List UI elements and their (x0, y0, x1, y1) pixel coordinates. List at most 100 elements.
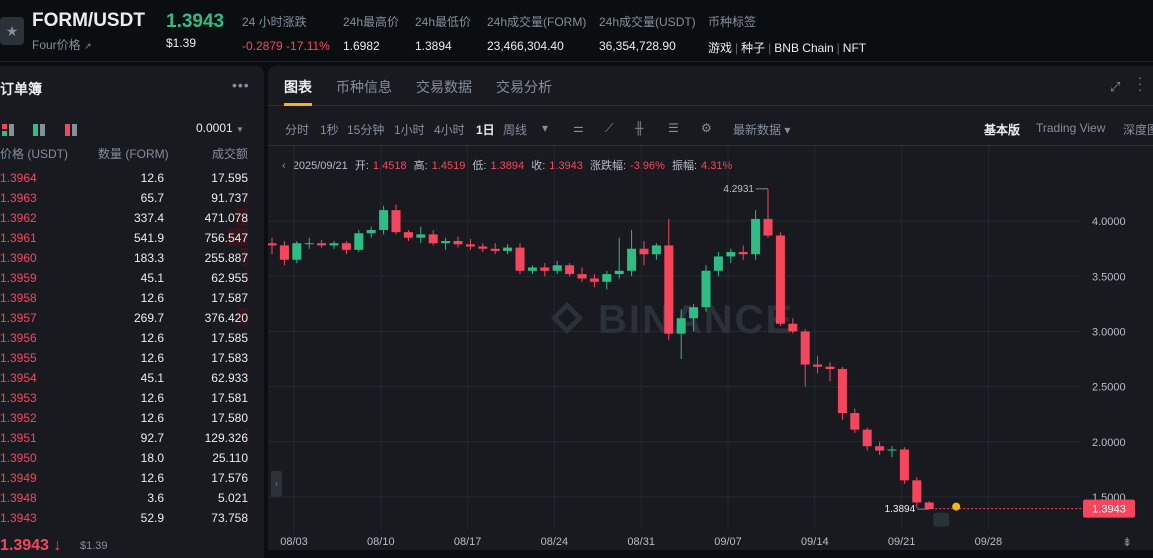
pair-title[interactable]: FORM/USDT (32, 10, 145, 32)
x-tick-label: 09/14 (801, 536, 829, 548)
event-dot-icon (952, 502, 961, 511)
interval-dropdown-icon[interactable]: ▾ (542, 121, 548, 135)
interval-1w[interactable]: 周线 (503, 121, 527, 138)
precision-select[interactable]: 0.0001 ▼ (196, 121, 244, 135)
chevron-down-icon: ▾ (784, 123, 791, 137)
orderbook-qty: 12.6 (140, 291, 164, 305)
pair-sub-label: Four价格 (32, 38, 81, 52)
orderbook-row[interactable]: 1.3956 12.6 17.585 (0, 327, 264, 347)
tag-link[interactable]: 游戏 (708, 41, 732, 55)
app: ★ FORM/USDT Four价格 ↗ 1.3943 $1.39 24 小时涨… (0, 0, 1153, 558)
candle-body (329, 243, 339, 246)
asks-view-icon[interactable] (64, 124, 77, 136)
orderbook-row[interactable]: 1.3948 3.6 5.021 (0, 487, 264, 507)
candle-body (366, 229, 376, 234)
orderbook-last-usd: $1.39 (80, 540, 108, 552)
max-price-label: 4.2931 (723, 184, 754, 195)
orderbook-total: 91.737 (211, 191, 248, 205)
indicators-icon[interactable]: ⚌ (573, 121, 584, 135)
candle-body (403, 232, 413, 238)
candlestick-chart[interactable]: 4.00003.50003.00002.50002.00001.500008/0… (268, 146, 1153, 550)
drawing-tools-icon[interactable]: ⟋ (605, 121, 613, 136)
stat-24h-high: 24h最高价 1.6982 (343, 13, 399, 53)
chart-type-icon[interactable]: ╫ (635, 121, 644, 135)
orderbook-row[interactable]: 1.3959 45.1 62.955 (0, 267, 264, 287)
orderbook-row[interactable]: 1.3954 45.1 62.933 (0, 367, 264, 387)
scroll-left-button[interactable]: › (271, 471, 282, 497)
orderbook-total: 129.326 (204, 431, 248, 445)
orderbook-price: 1.3962 (0, 211, 37, 225)
x-tick-label: 09/07 (714, 536, 742, 548)
candle-body (924, 502, 934, 510)
tab-trading-analysis[interactable]: 交易分析 (496, 77, 552, 97)
orderbook-price: 1.3943 (0, 511, 37, 525)
tab-coin-info[interactable]: 币种信息 (336, 77, 392, 97)
interval-1h[interactable]: 1小时 (394, 121, 425, 138)
orderbook-row[interactable]: 1.3961 541.9 756.547 (0, 227, 264, 247)
stat-value: 1.3894 (415, 39, 452, 53)
orderbook-row[interactable]: 1.3958 12.6 17.587 (0, 287, 264, 307)
y-tick-label: 2.0000 (1092, 437, 1126, 449)
bids-view-icon[interactable] (33, 124, 46, 136)
stat-tags: 币种标签 游戏 | 种子 | BNB Chain | NFT (708, 13, 866, 56)
candle-body (478, 246, 488, 249)
tag-link[interactable]: 种子 (741, 41, 765, 55)
stat-label: 24h最低价 (415, 15, 472, 29)
tab-trading-data[interactable]: 交易数据 (416, 77, 472, 97)
candle-body (317, 243, 327, 246)
view-depth[interactable]: 深度图 (1123, 121, 1153, 138)
orderbook-total: 17.585 (211, 331, 248, 345)
orderbook-row[interactable]: 1.3943 52.9 73.758 (0, 507, 264, 527)
last-price-usd: $1.39 (166, 36, 197, 50)
interval-timeline[interactable]: 分时 (285, 121, 309, 138)
favorite-star-icon[interactable]: ★ (0, 17, 24, 45)
tab-chart[interactable]: 图表 (284, 77, 312, 97)
orderbook-row[interactable]: 1.3962 337.4 471.078 (0, 207, 264, 227)
orderbook-qty: 12.6 (140, 171, 164, 185)
orderbook-row[interactable]: 1.3953 12.6 17.581 (0, 387, 264, 407)
orderbook-qty: 45.1 (140, 371, 164, 385)
interval-1s[interactable]: 1秒 (320, 121, 339, 138)
candle-body (726, 252, 736, 257)
interval-1d[interactable]: 1日 (476, 121, 495, 138)
orderbook-price: 1.3952 (0, 411, 37, 425)
orderbook-row[interactable]: 1.3952 12.6 17.580 (0, 407, 264, 427)
more-vertical-icon[interactable]: · · · (1138, 71, 1142, 96)
orderbook-row[interactable]: 1.3960 183.3 255.887 (0, 247, 264, 267)
x-tick-label: 08/24 (541, 536, 569, 548)
latest-data-dropdown[interactable]: 最新数据 ▾ (733, 121, 790, 138)
orderbook-row[interactable]: 1.3963 65.7 91.737 (0, 187, 264, 207)
candle-body (602, 274, 612, 282)
stat-label: 24h最高价 (343, 15, 400, 29)
interval-4h[interactable]: 4小时 (434, 121, 465, 138)
tag-link[interactable]: BNB Chain (774, 41, 833, 55)
candle-body (379, 210, 389, 230)
candle-body (527, 267, 537, 271)
candle-body (540, 267, 550, 271)
view-tradingview[interactable]: Trading View (1036, 121, 1105, 135)
orderbook-row[interactable]: 1.3957 269.7 376.420 (0, 307, 264, 327)
candle-body (875, 446, 885, 451)
settings-gear-icon[interactable]: ⚙ (701, 121, 712, 135)
watermark-text: BINANCE (598, 298, 794, 342)
x-tick-label: 09/21 (888, 536, 916, 548)
candle-body (465, 244, 475, 247)
more-options-icon[interactable]: ••• (232, 77, 250, 93)
orderbook-row[interactable]: 1.3955 12.6 17.583 (0, 347, 264, 367)
orderbook-row[interactable]: 1.3949 12.6 17.576 (0, 467, 264, 487)
interval-15m[interactable]: 15分钟 (347, 121, 384, 138)
y-tick-label: 3.5000 (1092, 271, 1126, 283)
view-basic[interactable]: 基本版 (984, 121, 1020, 138)
tag-link[interactable]: NFT (843, 41, 866, 55)
expand-icon[interactable]: ⤢ (1110, 79, 1120, 95)
layout-icon[interactable]: ☰ (668, 121, 679, 135)
orderbook-row[interactable]: 1.3964 12.6 17.595 (0, 167, 264, 187)
both-sides-view-icon[interactable] (2, 124, 14, 136)
stat-label: 币种标签 (708, 15, 757, 29)
orderbook-qty: 12.6 (140, 331, 164, 345)
pair-sub-link[interactable]: Four价格 ↗ (32, 36, 92, 53)
orderbook-total: 376.420 (204, 311, 248, 325)
orderbook-row[interactable]: 1.3950 18.0 25.110 (0, 447, 264, 467)
min-price-label: 1.3894 (885, 504, 916, 515)
orderbook-row[interactable]: 1.3951 92.7 129.326 (0, 427, 264, 447)
